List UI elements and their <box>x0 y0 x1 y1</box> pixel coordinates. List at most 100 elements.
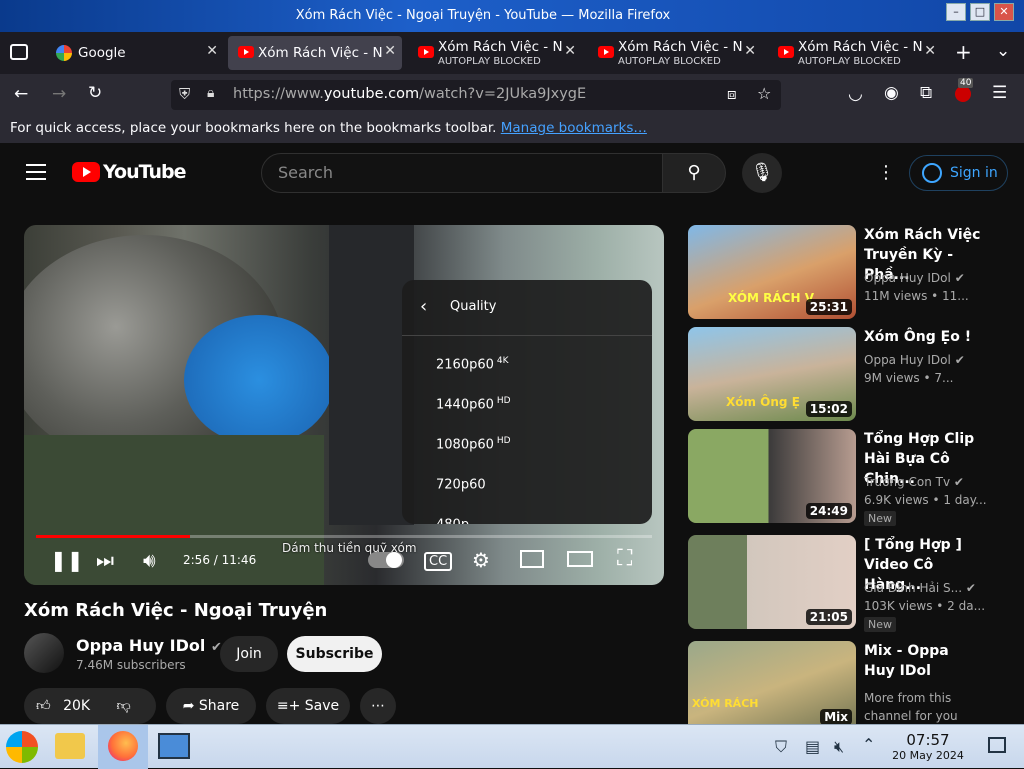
quality-option[interactable]: 1440p60 HD <box>436 396 511 412</box>
duration-badge: 24:49 <box>805 503 852 519</box>
tracking-protection-icon[interactable]: ⛨ <box>179 85 190 103</box>
user-avatar-icon <box>922 163 942 183</box>
lock-icon[interactable]: 🔒︎ <box>207 85 214 101</box>
recommendation-item[interactable]: Xóm Ông Ẹ 15:02 Xóm Ông Ẹo ! Oppa Huy ID… <box>688 327 1008 423</box>
tray-expand-icon[interactable]: ⌃ <box>862 735 875 754</box>
file-manager-icon[interactable] <box>55 733 85 759</box>
video-thumbnail[interactable]: XÓM RÁCH V 25:31 <box>688 225 856 319</box>
picture-in-picture-icon[interactable]: ⧈ <box>727 85 737 103</box>
account-icon[interactable]: ◉ <box>884 83 899 103</box>
tab-video-2[interactable]: Xóm Rách Việc - N AUTOPLAY BLOCKED ✕ <box>408 36 582 70</box>
theater-mode-icon[interactable] <box>567 551 593 567</box>
menu-icon[interactable]: ☰ <box>992 83 1007 103</box>
tab-active-video[interactable]: Xóm Rách Việc - N ✕ <box>228 36 402 70</box>
recommendation-title[interactable]: Xóm Ông Ẹo ! <box>864 327 984 347</box>
quality-option[interactable]: 480p <box>436 516 472 524</box>
network-icon[interactable]: ⛉ <box>775 737 787 757</box>
autoplay-toggle[interactable] <box>368 552 404 568</box>
miniplayer-icon[interactable] <box>520 550 544 568</box>
recommendation-item[interactable]: XÓM RÁCH V 25:31 Xóm Rách Việc Truyền Kỳ… <box>688 225 1008 321</box>
pocket-icon[interactable]: ◡ <box>848 84 863 104</box>
recommendation-title[interactable]: Mix - Oppa Huy IDol <box>864 641 984 681</box>
share-button[interactable]: ➦ Share <box>166 688 256 724</box>
show-desktop-icon[interactable] <box>988 737 1006 753</box>
url-text[interactable]: https://www.youtube.com/watch?v=2JUka9Jx… <box>233 86 586 102</box>
start-button-icon[interactable] <box>6 731 38 763</box>
url-bar[interactable]: ⛨ 🔒︎ https://www.youtube.com/watch?v=2JU… <box>171 80 781 110</box>
window-title: Xóm Rách Việc - Ngoại Truyện - YouTube —… <box>295 8 671 23</box>
volume-icon[interactable]: 🔊︎ <box>143 548 156 572</box>
close-tab-icon[interactable]: ✕ <box>744 43 756 59</box>
quality-option[interactable]: 720p60 <box>436 476 489 492</box>
maximize-button[interactable]: □ <box>970 3 990 21</box>
settings-more-icon[interactable]: ⋮ <box>877 162 895 183</box>
like-count[interactable]: 20K <box>63 698 90 714</box>
recommendation-item[interactable]: 24:49 Tổng Hợp Clip Hài Bựa Cô Chin... T… <box>688 429 1008 526</box>
sign-in-button[interactable]: Sign in <box>909 155 1008 191</box>
quality-option[interactable]: 1080p60 HD <box>436 436 511 452</box>
dislike-icon[interactable]: 👎︎ <box>117 698 131 714</box>
tab-video-4[interactable]: Xóm Rách Việc - N AUTOPLAY BLOCKED ✕ <box>768 36 942 70</box>
youtube-logo-text[interactable]: YouTube <box>103 161 186 183</box>
manage-bookmarks-link[interactable]: Manage bookmarks… <box>501 120 647 136</box>
tab-video-3[interactable]: Xóm Rách Việc - N AUTOPLAY BLOCKED ✕ <box>588 36 762 70</box>
recommendation-meta: 103K views • 2 da... <box>864 599 986 613</box>
firefox-view-icon[interactable] <box>10 44 28 60</box>
video-thumbnail[interactable]: 21:05 <box>688 535 856 629</box>
channel-avatar[interactable] <box>24 633 64 673</box>
back-icon[interactable]: ← <box>14 84 28 104</box>
recommendation-item[interactable]: XÓM RÁCH Mix Mix - Oppa Huy IDol More fr… <box>688 641 1008 737</box>
tab-google[interactable]: Google ✕ <box>48 36 224 70</box>
video-thumbnail[interactable]: 24:49 <box>688 429 856 523</box>
list-tabs-icon[interactable]: ⌄ <box>996 41 1010 61</box>
terminal-icon[interactable] <box>158 733 190 759</box>
recommendation-item[interactable]: 21:05 [ Tổng Hợp ] Video Cô Hàng... Gia … <box>688 535 1008 632</box>
guide-menu-icon[interactable] <box>26 164 46 180</box>
forward-icon[interactable]: → <box>52 84 66 104</box>
like-icon[interactable]: 👍︎ <box>36 698 51 714</box>
search-input[interactable]: Search <box>261 153 663 193</box>
fullscreen-icon[interactable]: ⛶ <box>617 546 632 571</box>
video-thumbnail[interactable]: Xóm Ông Ẹ 15:02 <box>688 327 856 421</box>
subtitles-icon[interactable]: CC <box>424 552 453 571</box>
close-tab-icon[interactable]: ✕ <box>384 43 396 59</box>
more-actions-icon[interactable]: ⋯ <box>360 688 396 724</box>
share-icon: ➦ <box>182 698 195 714</box>
save-button[interactable]: ≡+ Save <box>266 688 350 724</box>
bookmark-star-icon[interactable]: ☆ <box>757 84 771 103</box>
new-tab-icon[interactable]: + <box>955 40 972 64</box>
youtube-icon <box>778 46 794 58</box>
next-icon[interactable]: ⏭︎ <box>96 548 114 572</box>
mix-badge: Mix <box>820 709 852 725</box>
close-tab-icon[interactable]: ✕ <box>564 43 576 59</box>
close-tab-icon[interactable]: ✕ <box>206 43 218 59</box>
pause-icon[interactable]: ❚❚ <box>50 548 84 572</box>
reload-icon[interactable]: ↻ <box>88 83 102 103</box>
subscribe-button[interactable]: Subscribe <box>287 636 382 672</box>
channel-name[interactable]: Oppa Huy IDol ✔ <box>76 636 222 655</box>
close-tab-icon[interactable]: ✕ <box>924 43 936 59</box>
youtube-logo-icon[interactable] <box>72 162 100 182</box>
verified-icon: ✔ <box>965 581 976 595</box>
like-dislike-group: 👍︎ 20K 👎︎ <box>24 688 156 724</box>
recommendation-channel: More from this <box>864 691 952 705</box>
back-chevron-icon[interactable]: ‹ <box>420 296 427 317</box>
close-window-button[interactable]: ✕ <box>994 3 1014 21</box>
quality-option[interactable]: 2160p60 4K <box>436 356 509 372</box>
video-title: Xóm Rách Việc - Ngoại Truyện <box>24 600 328 621</box>
join-button[interactable]: Join <box>220 636 278 672</box>
clipboard-icon[interactable]: ▤ <box>805 737 820 756</box>
voice-search-button[interactable]: 🎙︎ <box>742 153 782 193</box>
taskbar-clock[interactable]: 07:57 20 May 2024 <box>880 731 976 762</box>
extensions-icon[interactable]: ⧉ <box>920 83 932 103</box>
volume-muted-icon[interactable]: 🔇︎ <box>834 737 844 757</box>
minimize-button[interactable]: – <box>946 3 966 21</box>
settings-gear-icon[interactable]: ⚙ <box>472 548 490 572</box>
search-button[interactable]: ⚲ <box>662 153 726 193</box>
extensions-badge: 40 <box>958 78 974 88</box>
video-thumbnail[interactable]: XÓM RÁCH Mix <box>688 641 856 735</box>
ublock-icon[interactable]: 40 <box>955 78 974 102</box>
tab-subtitle: AUTOPLAY BLOCKED <box>438 56 541 67</box>
firefox-taskbar-item[interactable] <box>98 725 148 769</box>
quality-menu-header[interactable]: ‹ Quality <box>402 280 652 336</box>
